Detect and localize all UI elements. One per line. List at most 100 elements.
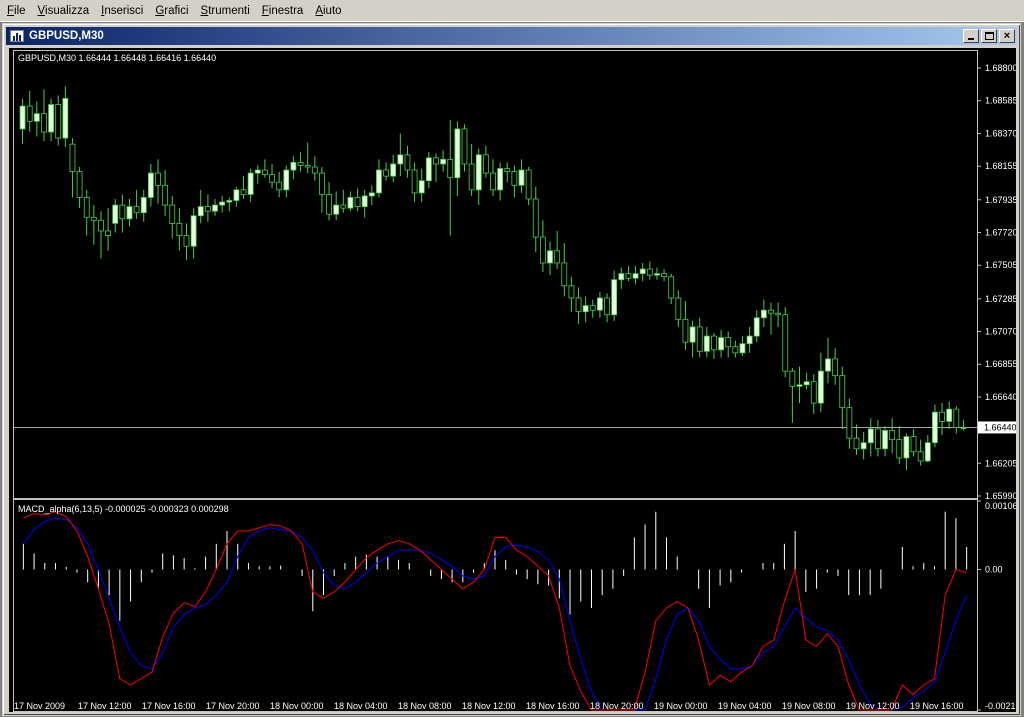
candle-body: [532, 198, 539, 238]
candle-body: [482, 154, 489, 174]
candle-body: [326, 194, 332, 215]
window-title: GBPUSD,M30: [29, 30, 104, 42]
candle-body: [290, 162, 297, 171]
price-tick-label: 1.67285: [985, 294, 1016, 304]
menu-charts[interactable]: Grafici: [150, 0, 195, 22]
candle-body: [746, 335, 753, 345]
time-tick-label: 19 Nov 00:00: [654, 701, 708, 711]
candle-body: [946, 408, 953, 422]
candle-body: [939, 411, 945, 422]
candle-body: [447, 158, 454, 179]
candle-body: [183, 235, 190, 247]
candle-body: [504, 168, 511, 172]
candle-body: [525, 169, 532, 200]
chart-area[interactable]: GBPUSD,M30 1.66444 1.66448 1.66416 1.664…: [9, 48, 1016, 712]
candle-body: [176, 222, 183, 236]
menu-file[interactable]: File: [2, 0, 33, 22]
candle-body: [554, 250, 561, 264]
candle-body: [204, 206, 211, 212]
candle-body: [689, 326, 696, 343]
candle-body: [661, 273, 667, 278]
candle-body: [461, 128, 468, 165]
candle-body: [882, 430, 888, 450]
candle-body: [668, 276, 675, 299]
macd-tick-label: 0.001067: [985, 501, 1016, 511]
candle-body: [133, 206, 140, 214]
macd-info-label: MACD_alpha(6,13,5) -0.000025 -0.000323 0…: [18, 504, 229, 514]
price-tick-label: 1.68800: [985, 63, 1016, 73]
candle-body: [425, 157, 432, 182]
price-tick-label: 1.65990: [985, 491, 1016, 501]
chart-window[interactable]: GBPUSD,M30 × GBPUSD,M30 1.66444 1.66448 …: [2, 23, 1021, 716]
menu-window[interactable]: Finestra: [257, 0, 311, 22]
candle-body: [212, 204, 218, 212]
menu-view[interactable]: Visualizza: [33, 0, 97, 22]
price-tick-label: 1.67935: [985, 195, 1016, 205]
candle-body: [55, 104, 62, 139]
chart-svg[interactable]: GBPUSD,M30 1.66444 1.66448 1.66416 1.664…: [9, 48, 1016, 712]
candle-body: [625, 273, 632, 279]
candle-body: [254, 169, 261, 174]
menu-help[interactable]: Aiuto: [310, 0, 348, 22]
candle-body: [618, 273, 625, 281]
time-tick-label: 18 Nov 00:00: [270, 701, 324, 711]
candle-body: [240, 189, 247, 195]
candle-body: [304, 165, 311, 168]
candle-body: [440, 158, 447, 165]
candle-body: [853, 437, 860, 450]
time-tick-label: 19 Nov 16:00: [910, 701, 964, 711]
candle-body: [575, 297, 582, 313]
candle-body: [703, 335, 710, 352]
candle-body: [732, 346, 739, 354]
candle-body: [632, 273, 639, 279]
candle-body: [646, 268, 653, 276]
maximize-icon[interactable]: [981, 29, 997, 43]
candle-body: [48, 104, 54, 133]
current-price-label: 1.66440: [984, 422, 1016, 432]
macd-tick-label: -0.00219: [985, 701, 1016, 711]
candle-body: [76, 171, 83, 198]
candle-body: [932, 411, 938, 444]
candle-body: [960, 427, 967, 429]
candle-body: [283, 169, 290, 191]
candle-body: [404, 154, 411, 171]
window-titlebar[interactable]: GBPUSD,M30 ×: [6, 27, 1017, 45]
chart-window-icon[interactable]: [9, 29, 25, 43]
candle-body: [739, 343, 746, 354]
price-tick-label: 1.66855: [985, 359, 1016, 369]
candle-body: [233, 189, 240, 201]
time-tick-label: 18 Nov 20:00: [590, 701, 644, 711]
candle-body: [917, 451, 924, 462]
candle-body: [475, 154, 482, 191]
candle-body: [696, 326, 703, 352]
candle-body: [340, 204, 347, 209]
candle-body: [768, 309, 774, 314]
menu-insert[interactable]: Inserisci: [96, 0, 150, 22]
candle-body: [497, 168, 504, 191]
candle-body: [832, 358, 839, 377]
candle-body: [839, 375, 846, 409]
candle-body: [19, 105, 26, 130]
price-tick-label: 1.68370: [985, 128, 1016, 138]
minimize-icon[interactable]: [963, 29, 979, 43]
price-panel: [13, 86, 977, 471]
candle-body: [682, 318, 689, 343]
candle-body: [354, 197, 361, 208]
price-tick-label: 1.67505: [985, 260, 1016, 270]
menu-bar: File Visualizza Inserisci Grafici Strume…: [0, 0, 1024, 22]
candle-body: [454, 128, 461, 179]
candle-body: [83, 197, 90, 218]
candle-body: [62, 98, 69, 139]
macd-main-line: [23, 511, 967, 711]
candle-body: [90, 216, 97, 221]
candle-body: [725, 337, 732, 348]
price-tick-label: 1.67720: [985, 227, 1016, 237]
menu-tools[interactable]: Strumenti: [196, 0, 257, 22]
candle-body: [262, 169, 268, 176]
time-tick-label: 18 Nov 16:00: [526, 701, 580, 711]
candle-body: [197, 206, 204, 217]
price-tick-label: 1.67070: [985, 327, 1016, 337]
candle-body: [639, 268, 646, 275]
close-icon[interactable]: ×: [999, 29, 1015, 43]
candle-body: [162, 184, 169, 206]
